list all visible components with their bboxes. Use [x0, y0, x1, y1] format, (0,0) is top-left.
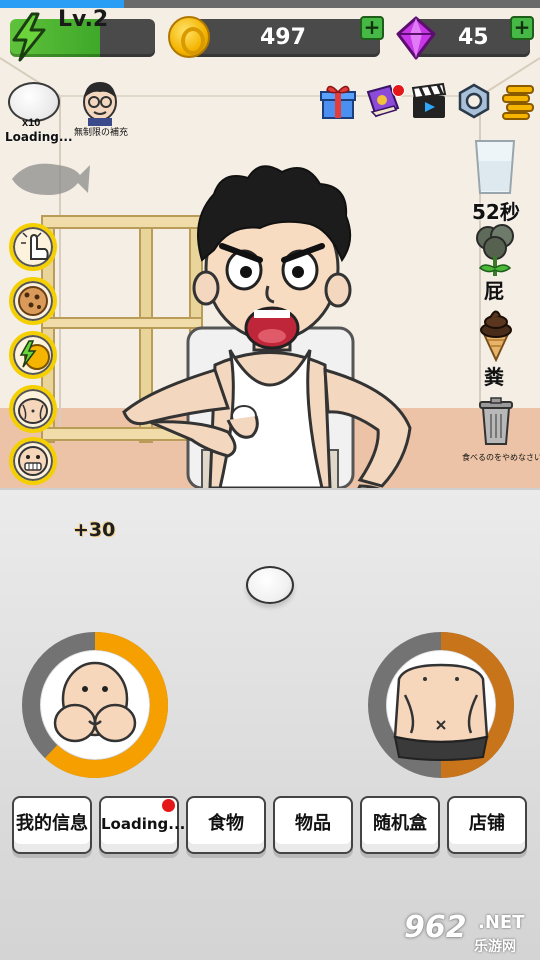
cheeks-gauge[interactable] [19, 629, 171, 781]
cookie-icon [18, 286, 48, 316]
add-coins-button[interactable]: + [360, 16, 384, 40]
skill-button-3[interactable] [9, 331, 57, 379]
belly-pinch-icon [18, 398, 48, 424]
lightning-fruit-icon [19, 340, 50, 370]
egg-on-table[interactable] [246, 566, 294, 604]
grandpa-icon[interactable] [78, 78, 122, 126]
coin-icon [168, 16, 210, 58]
clapperboard-icon[interactable] [410, 82, 448, 120]
finger-point-icon [21, 232, 49, 260]
belly-icon [393, 663, 489, 761]
trash-can-icon[interactable] [476, 396, 516, 446]
egg-supply-icon[interactable] [8, 82, 60, 122]
food-button[interactable]: 食物 [186, 796, 266, 854]
gem-icon [396, 16, 436, 60]
water-timer: 52秒 [472, 200, 520, 224]
coin-count: 497 [260, 25, 306, 50]
items-button[interactable]: 物品 [273, 796, 353, 854]
book-notification-dot [392, 84, 405, 97]
trash-label: 食べるのをやめなさい [462, 453, 540, 462]
add-gems-button[interactable]: + [510, 16, 534, 40]
grinning-face-icon [18, 446, 48, 476]
bonus-popup: +30 [73, 519, 116, 541]
shop-button[interactable]: 店铺 [447, 796, 527, 854]
water-glass-icon[interactable] [472, 137, 518, 197]
fish-silhouette-icon [12, 163, 90, 195]
egg-supply-status: Loading... [5, 130, 73, 144]
skill-button-5[interactable] [9, 437, 57, 485]
fart-tree-icon[interactable] [474, 222, 516, 278]
grandpa-label: 無制限の補充 [74, 128, 129, 138]
hex-nut-icon[interactable] [455, 82, 493, 120]
skill-button-4[interactable] [9, 385, 57, 433]
fart-label: 屁 [484, 281, 504, 303]
watermark-site-name: 乐游网 [474, 938, 516, 954]
coin-stack-icon[interactable] [499, 82, 537, 120]
watermark-number: 962 [404, 910, 467, 945]
gift-icon[interactable] [319, 82, 357, 120]
random-box-button[interactable]: 随机盒 [360, 796, 440, 854]
level-label: Lv.2 [58, 7, 109, 32]
gem-count: 45 [458, 25, 489, 50]
my-info-button[interactable]: 我的信息 [12, 796, 92, 854]
poop-icecream-icon[interactable] [476, 306, 516, 362]
lightning-icon [12, 12, 46, 62]
poop-label: 粪 [484, 367, 504, 389]
skill-button-2[interactable] [9, 277, 57, 325]
skill-button-1[interactable] [9, 223, 57, 271]
egg-supply-count: x10 [22, 117, 41, 129]
watermark-suffix: .NET [478, 912, 525, 933]
belly-gauge[interactable] [365, 629, 517, 781]
loading-notification-dot [161, 798, 176, 813]
